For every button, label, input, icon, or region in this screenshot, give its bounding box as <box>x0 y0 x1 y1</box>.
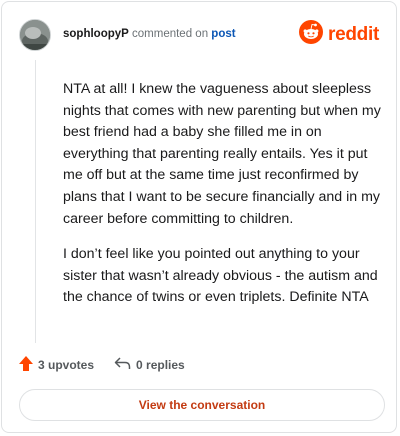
upvote-count: 3 upvotes <box>38 358 95 372</box>
reddit-logo[interactable]: reddit <box>299 20 379 49</box>
comment-card: sophloopyP commented on post reddit NTA … <box>1 1 397 433</box>
upvote-action[interactable]: 3 upvotes <box>19 356 94 374</box>
comment-actions: 3 upvotes 0 replies <box>19 356 185 374</box>
comment-header: sophloopyP commented on post reddit <box>2 2 396 68</box>
author-name[interactable]: sophloopyP <box>63 28 129 40</box>
thread-line <box>35 60 36 343</box>
post-link[interactable]: post <box>211 28 235 40</box>
byline-action: commented on <box>132 28 209 40</box>
reddit-alien-icon <box>299 20 324 49</box>
reply-arrow-icon <box>114 357 131 373</box>
reply-action[interactable]: 0 replies <box>114 357 185 373</box>
reply-count: 0 replies <box>136 358 185 372</box>
comment-body: NTA at all! I knew the vagueness about s… <box>63 79 381 323</box>
upvote-arrow-icon <box>19 356 33 374</box>
avatar[interactable] <box>19 19 51 51</box>
byline: sophloopyP commented on post <box>63 28 236 40</box>
view-conversation-button[interactable]: View the conversation <box>19 389 385 421</box>
comment-paragraph-1: NTA at all! I knew the vagueness about s… <box>63 81 381 227</box>
reddit-wordmark: reddit <box>328 23 379 45</box>
comment-paragraph-2: I don’t feel like you pointed out anythi… <box>63 246 378 306</box>
